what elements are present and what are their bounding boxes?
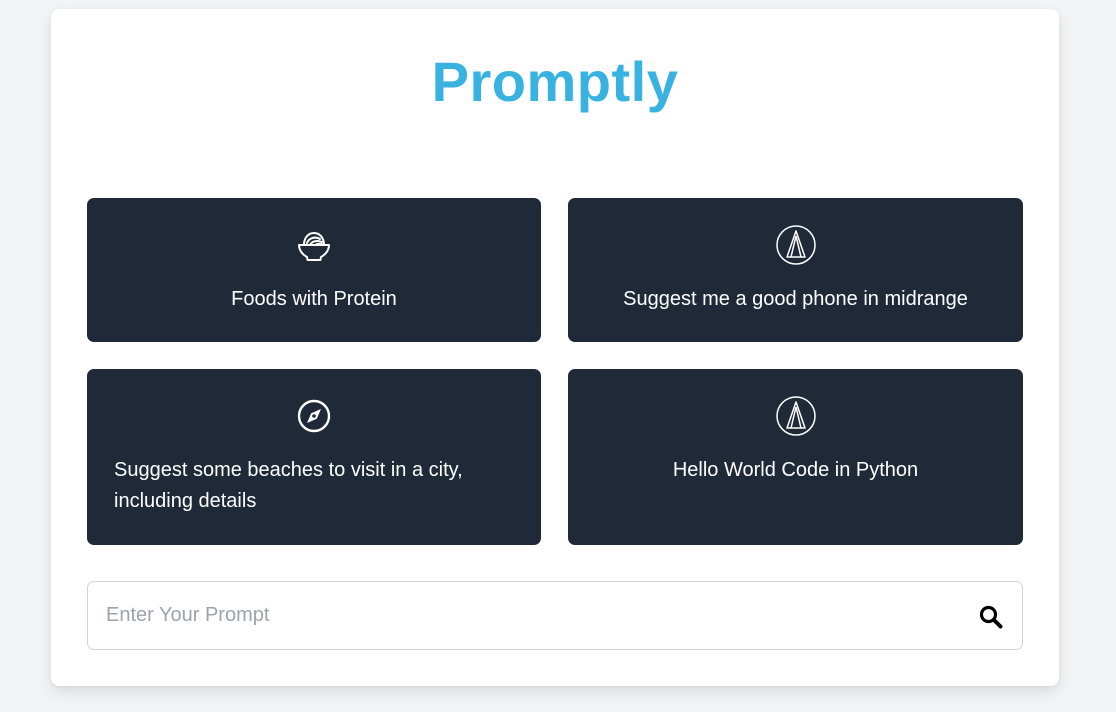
suggestion-card-hello-world-python[interactable]: Hello World Code in Python (568, 369, 1023, 545)
main-card: Promptly Foods with Protein Suggest me a… (51, 9, 1059, 686)
suggestion-label: Foods with Protein (231, 288, 397, 310)
prompt-bar (87, 581, 1023, 650)
suggestion-card-foods-protein[interactable]: Foods with Protein (87, 198, 541, 342)
app-title: Promptly (431, 50, 679, 113)
suggestion-label: Suggest some beaches to visit in a city,… (114, 459, 463, 512)
suggestion-label: Hello World Code in Python (672, 459, 919, 481)
bowl-icon (298, 232, 330, 261)
suggestion-label: Suggest me a good phone in midrange (623, 288, 968, 310)
prompt-input[interactable] (88, 582, 948, 649)
suggestion-card-beaches[interactable]: Suggest some beaches to visit in a city,… (87, 369, 541, 545)
search-icon[interactable] (978, 604, 1004, 630)
pen-nib-icon (775, 225, 816, 265)
suggestion-card-midrange-phone[interactable]: Suggest me a good phone in midrange (568, 198, 1023, 342)
pen-nib-icon (775, 396, 816, 436)
compass-icon (297, 399, 331, 433)
